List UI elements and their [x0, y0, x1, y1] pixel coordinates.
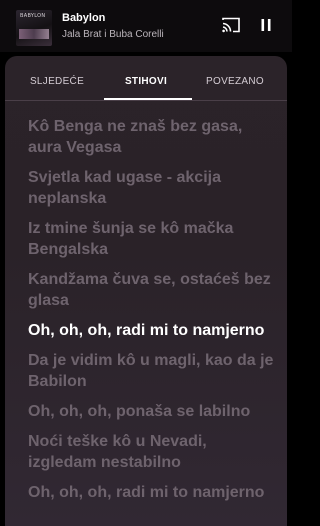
lyric-line: Da je vidim kô u magli, kao da je Babilo…: [28, 352, 274, 390]
lyric-line: Svjetla kad ugase - akcija neplanska: [28, 169, 221, 207]
cast-icon[interactable]: [222, 17, 240, 33]
pause-icon[interactable]: [258, 17, 274, 33]
lyric-line: Oh, oh, oh, radi mi to namjerno: [28, 484, 265, 501]
tab-lyrics[interactable]: STIHOVI: [100, 76, 192, 87]
tab-related[interactable]: POVEZANO: [189, 76, 281, 87]
lyric-line-current: Oh, oh, oh, radi mi to namjerno: [28, 322, 265, 339]
active-tab-indicator: [104, 98, 192, 100]
lyric-line: Kandžama čuva se, ostaćeš bez glasa: [28, 271, 271, 309]
album-art-graphic: [19, 29, 49, 39]
lyric-line: Oh, oh, oh, ponaša se labilno: [28, 403, 251, 420]
album-art[interactable]: BABYLON: [16, 10, 52, 46]
mini-player[interactable]: BABYLON Babylon Jala Brat i Buba Corelli: [0, 0, 292, 52]
album-art-text: BABYLON: [20, 13, 46, 19]
track-artist: Jala Brat i Buba Corelli: [62, 29, 164, 40]
track-title: Babylon: [62, 12, 106, 24]
tab-bar: SLJEDEĆE STIHOVI POVEZANO: [5, 56, 287, 101]
lyric-line: Iz tmine šunja se kô mačka Bengalska: [28, 220, 234, 258]
lyrics-list[interactable]: Kô Benga ne znaš bez gasa, aura Vegasa S…: [28, 116, 278, 512]
tab-up-next[interactable]: SLJEDEĆE: [11, 76, 103, 87]
lyrics-sheet: SLJEDEĆE STIHOVI POVEZANO Kô Benga ne zn…: [5, 56, 287, 526]
lyric-line: Kô Benga ne znaš bez gasa, aura Vegasa: [28, 118, 243, 156]
lyric-line: Noći teške kô u Nevadi, izgledam nestabi…: [28, 433, 207, 471]
